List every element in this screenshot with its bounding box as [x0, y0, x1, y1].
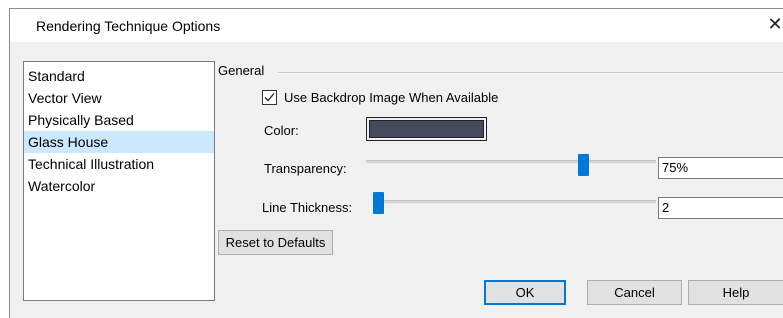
transparency-slider-thumb[interactable] [578, 154, 589, 176]
rendering-technique-dialog: Rendering Technique Options ✕ Standard V… [9, 8, 783, 318]
transparency-field[interactable]: 75% [658, 157, 783, 179]
reset-defaults-button[interactable]: Reset to Defaults [218, 230, 333, 255]
checkmark-icon [264, 93, 275, 102]
line-thickness-slider-track[interactable] [373, 200, 656, 204]
list-item-watercolor[interactable]: Watercolor [24, 175, 214, 197]
line-thickness-field[interactable]: 2 [658, 197, 783, 219]
transparency-label: Transparency: [264, 161, 347, 176]
help-button[interactable]: Help [688, 280, 783, 305]
color-swatch-fill [369, 120, 484, 138]
cancel-button[interactable]: Cancel [587, 280, 682, 305]
backdrop-checkbox[interactable] [262, 90, 277, 105]
close-icon[interactable]: ✕ [765, 13, 783, 35]
list-item-physically-based[interactable]: Physically Based [24, 109, 214, 131]
line-thickness-label: Line Thickness: [262, 200, 353, 215]
line-thickness-slider-thumb[interactable] [373, 192, 385, 214]
transparency-slider-track[interactable] [366, 160, 656, 164]
ok-button[interactable]: OK [484, 280, 566, 305]
color-swatch-button[interactable] [366, 117, 487, 141]
list-item-standard[interactable]: Standard [24, 65, 214, 87]
dialog-title: Rendering Technique Options [36, 18, 221, 34]
color-label: Color: [264, 123, 299, 138]
group-divider [278, 72, 783, 74]
backdrop-checkbox-label[interactable]: Use Backdrop Image When Available [284, 90, 498, 105]
group-legend-general: General [218, 63, 265, 78]
technique-list[interactable]: Standard Vector View Physically Based Gl… [23, 61, 215, 301]
list-item-vector-view[interactable]: Vector View [24, 87, 214, 109]
list-item-technical-illustration[interactable]: Technical Illustration [24, 153, 214, 175]
list-item-glass-house[interactable]: Glass House [24, 131, 214, 153]
title-bar: Rendering Technique Options ✕ [10, 9, 783, 42]
